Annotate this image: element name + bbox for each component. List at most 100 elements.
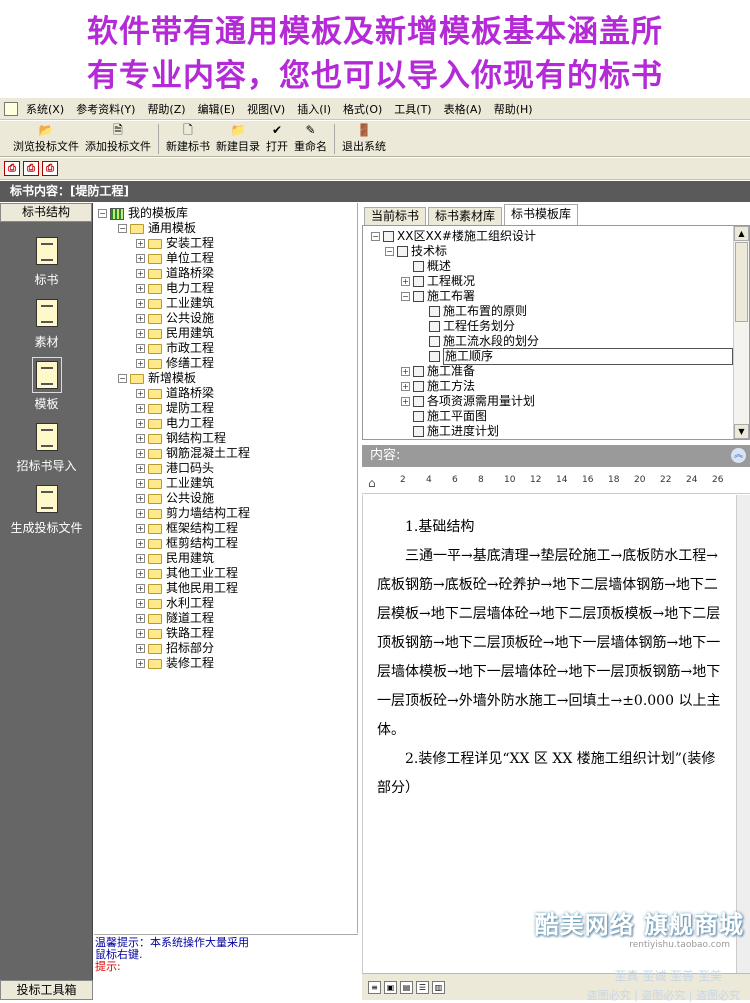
expand-icon: +: [136, 389, 145, 398]
tree-node[interactable]: + 民用建筑: [136, 326, 214, 341]
reading-view-icon[interactable]: ▥: [432, 980, 445, 994]
menu-tools[interactable]: 工具(T): [388, 101, 437, 117]
tree-node[interactable]: + 堤防工程: [136, 401, 214, 416]
tree-node[interactable]: + 铁路工程: [136, 626, 214, 641]
outline-node[interactable]: + 工程概况: [401, 274, 475, 289]
tree-node-group[interactable]: − 通用模板: [118, 221, 196, 236]
collapse-up-icon[interactable]: ︽: [731, 448, 746, 463]
outline-node[interactable]: − 技术标: [385, 244, 447, 259]
tree-node[interactable]: + 剪力墙结构工程: [136, 506, 250, 521]
left-panel-header: 标书结构: [0, 203, 92, 222]
outline-node[interactable]: 施工布置的原则: [417, 304, 527, 319]
menu-reference[interactable]: 参考资料(Y): [70, 101, 141, 117]
outline-node[interactable]: − XX区XX#楼施工组织设计: [371, 229, 536, 244]
menu-edit[interactable]: 编辑(E): [192, 101, 242, 117]
new-book-button[interactable]: 🗋 新建标书: [163, 123, 213, 156]
outline-scrollbar[interactable]: ▲ ▼: [733, 226, 749, 439]
expand-icon: +: [401, 397, 410, 406]
tree-node[interactable]: + 公共设施: [136, 491, 214, 506]
outline-node[interactable]: 概述: [401, 259, 451, 274]
tree-node[interactable]: + 电力工程: [136, 416, 214, 431]
tree-node-root[interactable]: − 我的模板库: [98, 206, 188, 221]
outline-node[interactable]: 施工平面图: [401, 409, 487, 424]
outline-node[interactable]: 工程任务划分: [417, 319, 515, 334]
nav-generate-bid[interactable]: 生成投标文件: [0, 485, 93, 536]
browse-bid-button[interactable]: 📂 浏览投标文件: [10, 123, 82, 156]
normal-view-icon[interactable]: ≡: [368, 980, 381, 994]
tree-node[interactable]: + 道路桥梁: [136, 266, 214, 281]
tab-current-book[interactable]: 当前标书: [364, 207, 427, 225]
tree-node[interactable]: + 市政工程: [136, 341, 214, 356]
pdf-import-icon[interactable]: ⎙: [23, 161, 39, 176]
tree-node[interactable]: + 其他工业工程: [136, 566, 238, 581]
tree-node[interactable]: + 公共设施: [136, 311, 214, 326]
menu-system[interactable]: 系统(X): [20, 101, 70, 117]
nav-import-tender[interactable]: 招标书导入: [0, 423, 93, 474]
tree-node[interactable]: + 其他民用工程: [136, 581, 238, 596]
outline-node[interactable]: + 各项资源需用量计划: [401, 394, 535, 409]
pdf-export-icon[interactable]: ⎙: [4, 161, 20, 176]
menu-help-z[interactable]: 帮助(Z): [141, 101, 191, 117]
page-view-icon[interactable]: ▤: [400, 980, 413, 994]
outline-tree: ▲ ▼ − XX区XX#楼施工组织设计 − 技术标 概述 + 工程概况 − 施工布署 施工布置的原…: [362, 225, 750, 440]
document-editor[interactable]: 1.基础结构 三通一平→基底清理→垫层砼施工→底板防水工程→底板钢筋→底板砼→砼…: [362, 495, 750, 973]
add-bid-button[interactable]: 🗎 添加投标文件: [82, 123, 154, 156]
tab-template-library[interactable]: 标书模板库: [504, 204, 579, 225]
tree-node[interactable]: + 钢筋混凝土工程: [136, 446, 250, 461]
outline-node[interactable]: 施工流水段的划分: [417, 334, 539, 349]
tree-node[interactable]: + 招标部分: [136, 641, 214, 656]
tree-node[interactable]: + 工业建筑: [136, 296, 214, 311]
indent-marker-icon[interactable]: ⌂: [368, 476, 376, 490]
tree-node[interactable]: + 框架结构工程: [136, 521, 238, 536]
tree-node[interactable]: + 框剪结构工程: [136, 536, 238, 551]
outline-node[interactable]: − 施工布署: [401, 289, 475, 304]
tree-node[interactable]: + 修缮工程: [136, 356, 214, 371]
tree-node[interactable]: + 港口码头: [136, 461, 214, 476]
expand-icon: +: [401, 367, 410, 376]
tree-node[interactable]: + 隧道工程: [136, 611, 214, 626]
outline-node[interactable]: + 施工方法: [401, 379, 475, 394]
web-view-icon[interactable]: ▣: [384, 980, 397, 994]
left-panel-footer: 投标工具箱: [0, 980, 93, 1000]
tab-material-library[interactable]: 标书素材库: [428, 207, 503, 225]
folder-icon: [148, 388, 162, 399]
rename-button[interactable]: ✎ 重命名: [291, 123, 330, 156]
tree-node[interactable]: + 单位工程: [136, 251, 214, 266]
open-button[interactable]: ✔ 打开: [263, 123, 291, 156]
tree-node[interactable]: + 电力工程: [136, 281, 214, 296]
outline-node[interactable]: + 施工准备: [401, 364, 475, 379]
browse-bid-label: 浏览投标文件: [13, 140, 79, 153]
doc-paragraph-1: 1.基础结构: [405, 519, 475, 535]
tree-node[interactable]: + 装修工程: [136, 656, 214, 671]
exit-button[interactable]: 🚪 退出系统: [339, 123, 389, 156]
new-dir-button[interactable]: 📁 新建目录: [213, 123, 263, 156]
outline-view-icon[interactable]: ☰: [416, 980, 429, 994]
tree-node-label: 工业建筑: [166, 296, 215, 310]
scroll-down-icon[interactable]: ▼: [734, 424, 749, 439]
scroll-up-icon[interactable]: ▲: [734, 226, 749, 241]
menu-help-h[interactable]: 帮助(H): [488, 101, 539, 117]
tree-node[interactable]: + 道路桥梁: [136, 386, 214, 401]
tree-node[interactable]: + 安装工程: [136, 236, 214, 251]
menu-insert[interactable]: 插入(I): [291, 101, 337, 117]
tree-node[interactable]: + 民用建筑: [136, 551, 214, 566]
tree-node[interactable]: + 水利工程: [136, 596, 214, 611]
document-scrollbar[interactable]: [736, 495, 750, 973]
tree-node-group[interactable]: − 新增模板: [118, 371, 196, 386]
tree-node[interactable]: + 钢结构工程: [136, 431, 226, 446]
tree-node[interactable]: + 工业建筑: [136, 476, 214, 491]
scroll-thumb[interactable]: [735, 242, 748, 322]
nav-template[interactable]: 模板: [0, 357, 93, 412]
pdf-settings-icon[interactable]: ⎙: [42, 161, 58, 176]
nav-bid-book-label: 标书: [34, 273, 59, 287]
nav-material[interactable]: 素材: [0, 299, 93, 350]
tree-node-label: 单位工程: [166, 251, 215, 265]
new-dir-label: 新建目录: [216, 140, 260, 153]
outline-node[interactable]: 施工顺序: [417, 348, 733, 365]
menu-view[interactable]: 视图(V): [241, 101, 291, 117]
hint-line-3: 提示:: [95, 960, 121, 973]
nav-bid-book[interactable]: 标书: [0, 237, 93, 288]
menu-table[interactable]: 表格(A): [438, 101, 488, 117]
menu-format[interactable]: 格式(O): [337, 101, 388, 117]
outline-node[interactable]: 施工进度计划: [401, 424, 499, 439]
